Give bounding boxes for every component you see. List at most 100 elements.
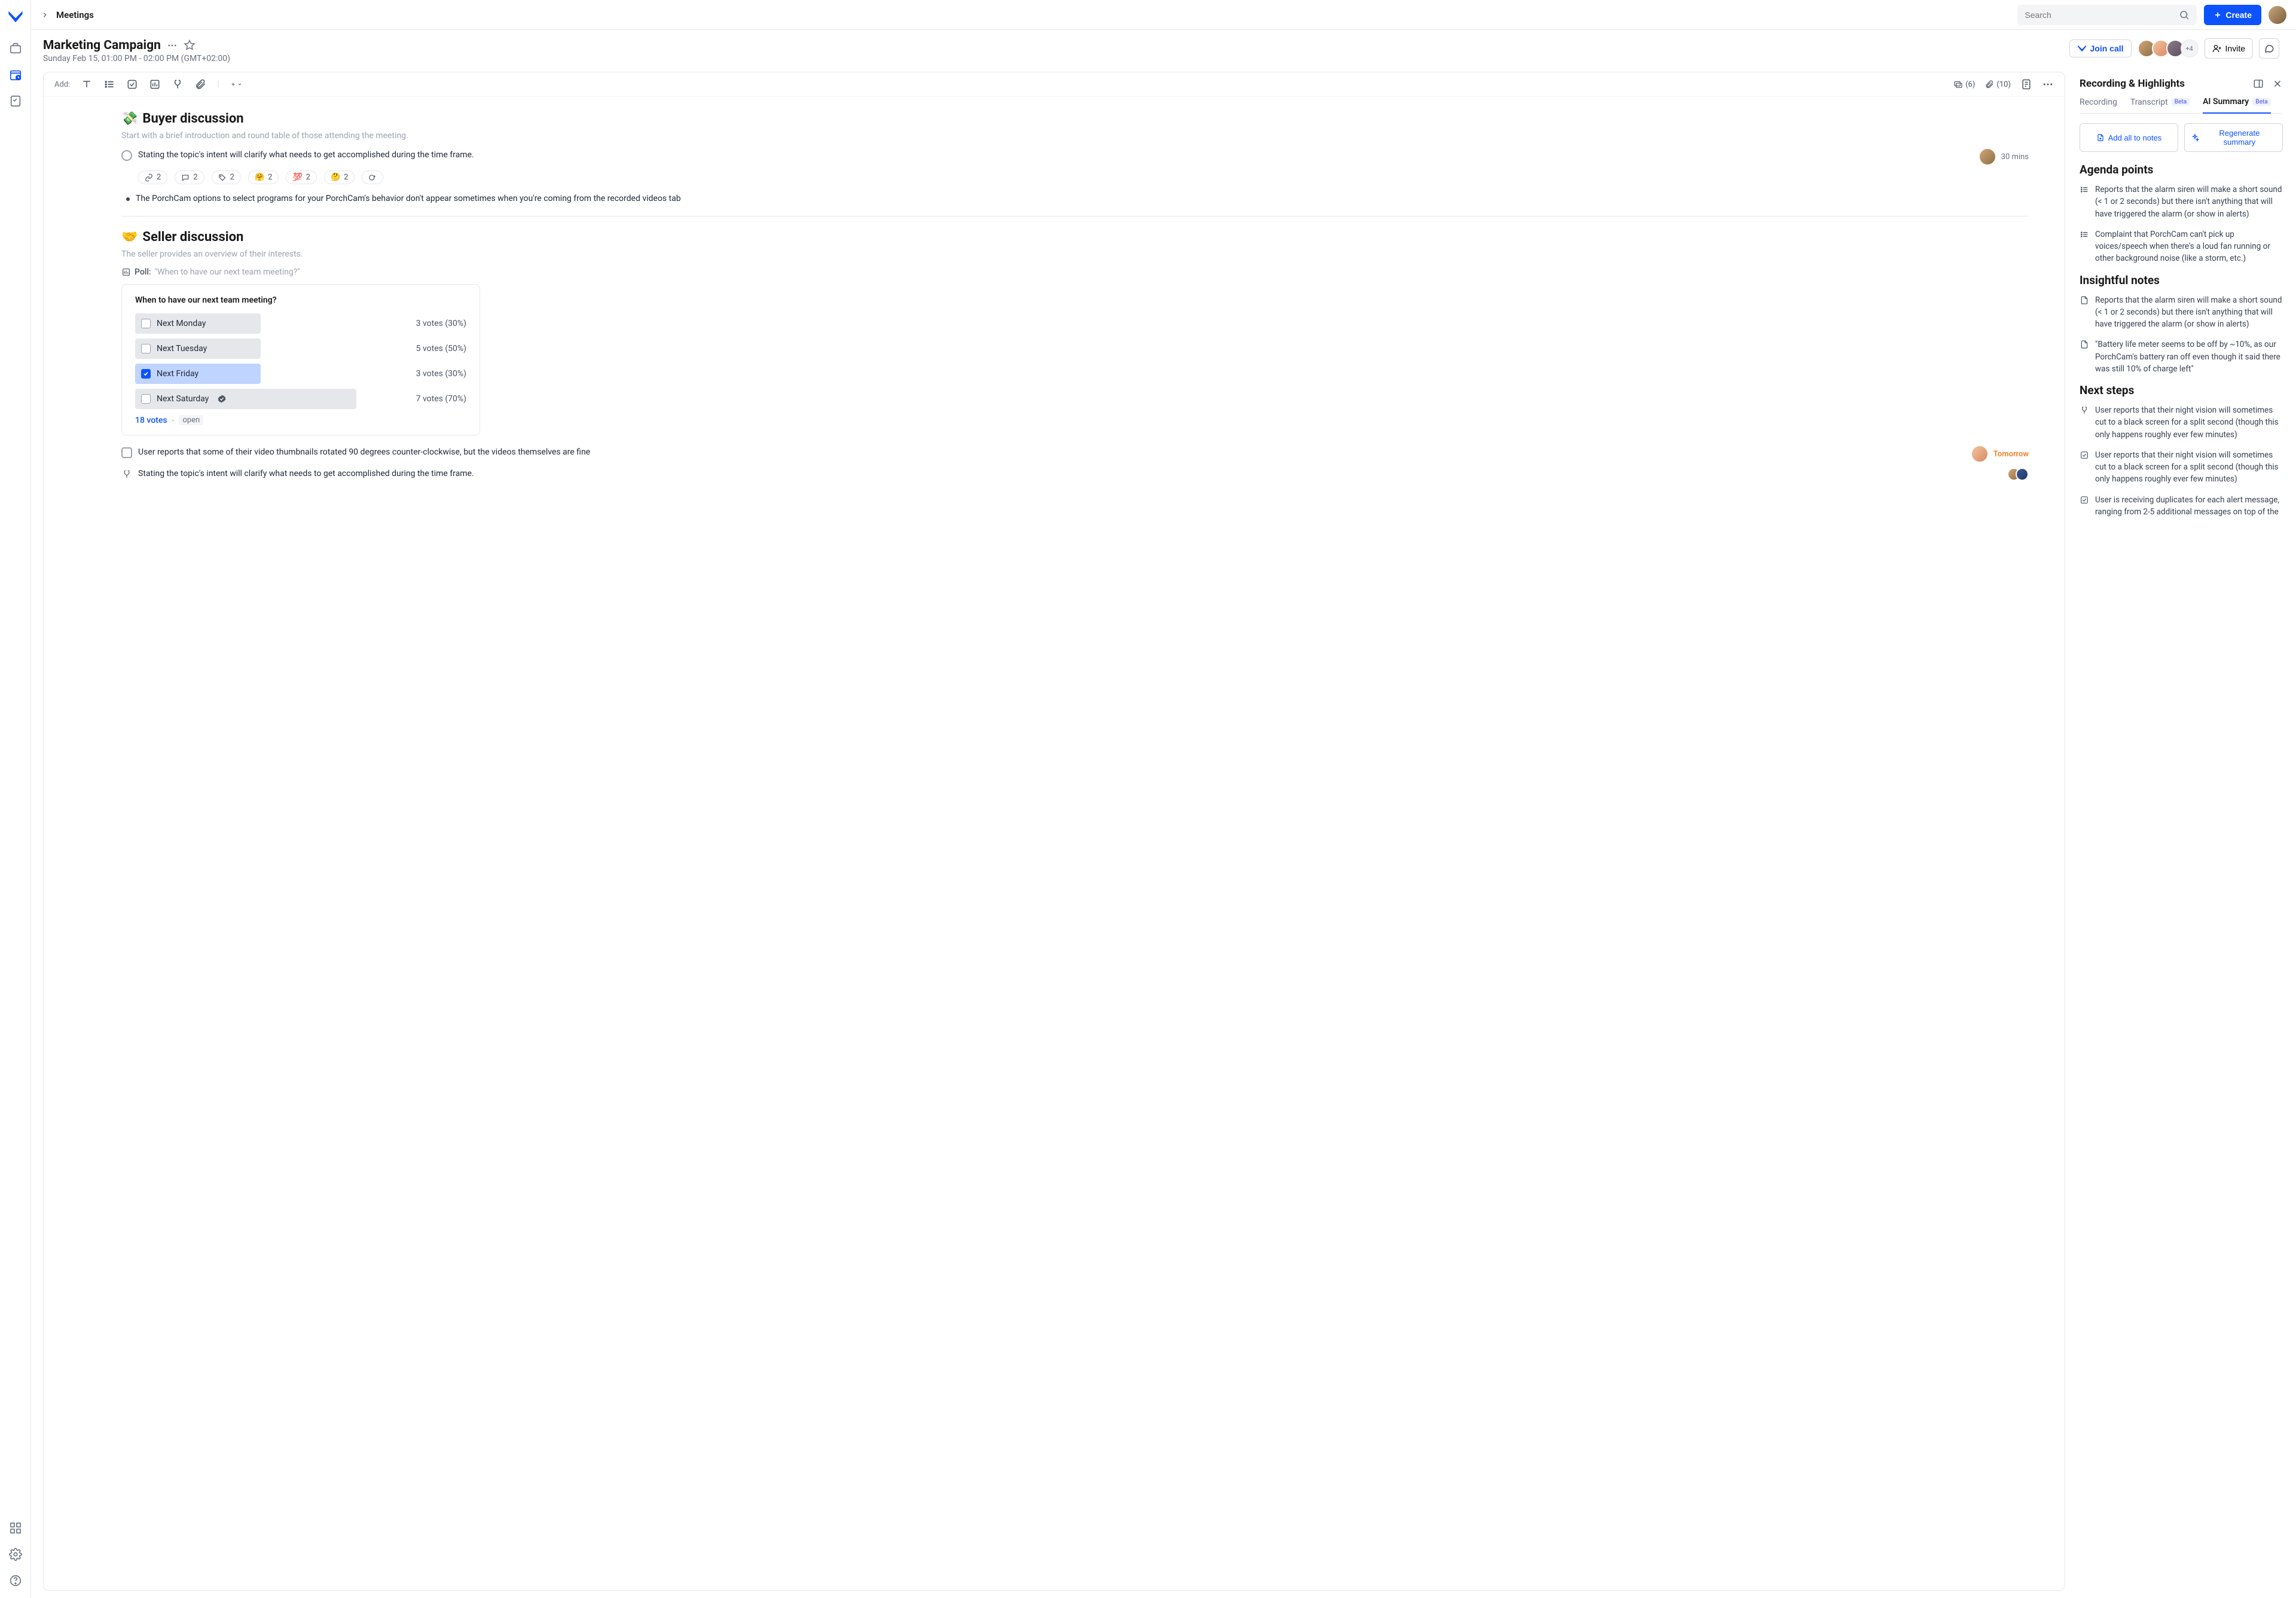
check-square-icon [2080,450,2089,460]
chat-button[interactable] [2259,38,2279,59]
participant-avatars[interactable]: +4 [2138,39,2199,57]
tab-ai-summary[interactable]: AI SummaryBeta [2203,97,2271,114]
sidebar-nav [0,0,31,1598]
editor-toolbar: Add: | (6) [44,72,2065,97]
poll-checkbox[interactable] [141,319,151,328]
task-due: 30 mins [2001,153,2029,161]
agenda-item[interactable]: Complaint that PorchCam can't pick up vo… [2080,228,2283,265]
create-button[interactable]: Create [2204,5,2261,25]
reaction-row: 2 2 2 🤗2 💯2 🤔2 [138,170,2029,184]
next-step-item[interactable]: User is receiving duplicates for each al… [2080,494,2283,519]
checkbox-icon[interactable] [126,78,138,90]
poll-title: When to have our next team meeting? [135,295,466,305]
editor-panel: Add: | (6) [43,72,2065,1591]
breadcrumb-page[interactable]: Meetings [56,10,94,20]
reaction-tag[interactable]: 2 [212,170,241,184]
section-buyer-title: 💸 Buyer discussion [121,111,2029,126]
reaction-add[interactable] [362,170,383,184]
tab-transcript[interactable]: TranscriptBeta [2130,97,2190,113]
nav-briefcase-icon[interactable] [9,42,22,55]
poll-total-votes[interactable]: 18 votes [135,416,167,425]
poll-votes: 3 votes (30%) [416,369,466,379]
reaction-hug[interactable]: 🤗2 [248,170,279,184]
section-emoji: 💸 [121,111,138,126]
section-seller-desc: The seller provides an overview of their… [121,249,2029,259]
task-row[interactable]: Stating the topic's intent will clarify … [121,468,2029,481]
join-call-button[interactable]: Join call [2069,39,2132,57]
next-step-item[interactable]: User reports that their night vision wil… [2080,449,2283,486]
poll-footer: 18 votes - open [135,415,466,425]
add-all-to-notes-button[interactable]: Add all to notes [2080,123,2178,152]
task-text: Stating the topic's intent will clarify … [138,468,2001,480]
plus-dropdown-icon[interactable] [230,78,242,90]
assignee-avatar[interactable] [1972,446,1987,462]
user-avatar[interactable] [2268,6,2286,24]
task-row[interactable]: Stating the topic's intent will clarify … [121,149,2029,164]
task-row[interactable]: User reports that some of their video th… [121,446,2029,462]
right-panel: Recording & Highlights Recording Transcr… [2075,69,2296,1598]
task-checkbox-square[interactable] [121,447,132,458]
plus-icon [2213,11,2222,19]
nav-apps-icon[interactable] [9,1521,22,1535]
poll-label-row: Poll: "When to have our next team meetin… [121,267,2029,277]
decision-icon[interactable] [172,78,184,90]
join-call-label: Join call [2090,44,2124,53]
assignee-avatars[interactable] [2007,468,2029,481]
clip-icon [1984,80,1994,89]
logo-small-icon [2077,44,2087,53]
close-icon[interactable] [2272,78,2283,89]
nav-calendar-icon[interactable] [9,68,22,81]
regenerate-summary-button[interactable]: Regenerate summary [2184,123,2283,152]
check-square-icon [2080,495,2089,505]
reaction-hundred[interactable]: 💯2 [286,170,317,184]
search-input[interactable] [2025,10,2174,20]
invite-button[interactable]: Invite [2205,38,2253,59]
reaction-link[interactable]: 2 [138,170,167,184]
reaction-comment[interactable]: 2 [175,170,204,184]
poll-checkbox-checked[interactable] [141,369,151,379]
attachment-icon[interactable] [194,78,206,90]
list-icon[interactable] [103,78,115,90]
editor-body: 💸 Buyer discussion Start with a brief in… [44,97,2065,1590]
poll-option-selected[interactable]: Next Friday 3 votes (30%) [135,364,466,384]
poll-votes: 7 votes (70%) [416,394,466,404]
panel-layout-icon[interactable] [2253,78,2264,89]
task-text: User reports that some of their video th… [138,446,1966,459]
more-dots-icon[interactable] [167,40,178,51]
text-icon[interactable] [81,78,93,90]
task-checkbox[interactable] [121,150,132,161]
reaction-thinking[interactable]: 🤔2 [324,170,355,184]
attachments-count[interactable]: (10) [1984,80,2011,89]
chat-icon [2264,43,2274,54]
poll-option[interactable]: Next Saturday 7 votes (70%) [135,389,466,409]
app-logo[interactable] [7,8,24,25]
poll-icon[interactable] [149,78,161,90]
agenda-item[interactable]: Reports that the alarm siren will make a… [2080,184,2283,220]
insightful-item[interactable]: "Battery life meter seems to be off by ~… [2080,338,2283,375]
breadcrumb-chevron-icon [41,11,49,19]
template-icon[interactable] [2020,78,2032,90]
next-steps-heading: Next steps [2080,383,2283,397]
more-icon[interactable] [2042,78,2054,90]
assignee-avatar[interactable] [1980,149,1995,164]
participant-more[interactable]: +4 [2181,39,2199,57]
tab-recording[interactable]: Recording [2080,97,2117,113]
sparkle-icon [2191,133,2199,142]
poll-checkbox[interactable] [141,344,151,353]
topbar: Meetings Create [31,0,2296,30]
rp-tabs: Recording TranscriptBeta AI SummaryBeta [2080,97,2283,114]
search-box[interactable] [2017,5,2197,25]
insightful-item[interactable]: Reports that the alarm siren will make a… [2080,294,2283,331]
nav-help-icon[interactable] [9,1574,22,1587]
nav-checklist-icon[interactable] [9,94,22,108]
poll-box: When to have our next team meeting? Next… [121,284,480,435]
star-icon[interactable] [184,39,196,51]
poll-option[interactable]: Next Tuesday 5 votes (50%) [135,338,466,359]
poll-checkbox[interactable] [141,394,151,404]
nav-settings-icon[interactable] [9,1548,22,1561]
poll-option[interactable]: Next Monday 3 votes (30%) [135,313,466,334]
verified-icon [217,394,227,404]
comments-count[interactable]: (6) [1953,80,1975,89]
next-step-item[interactable]: User reports that their night vision wil… [2080,404,2283,441]
invite-label: Invite [2225,44,2245,53]
